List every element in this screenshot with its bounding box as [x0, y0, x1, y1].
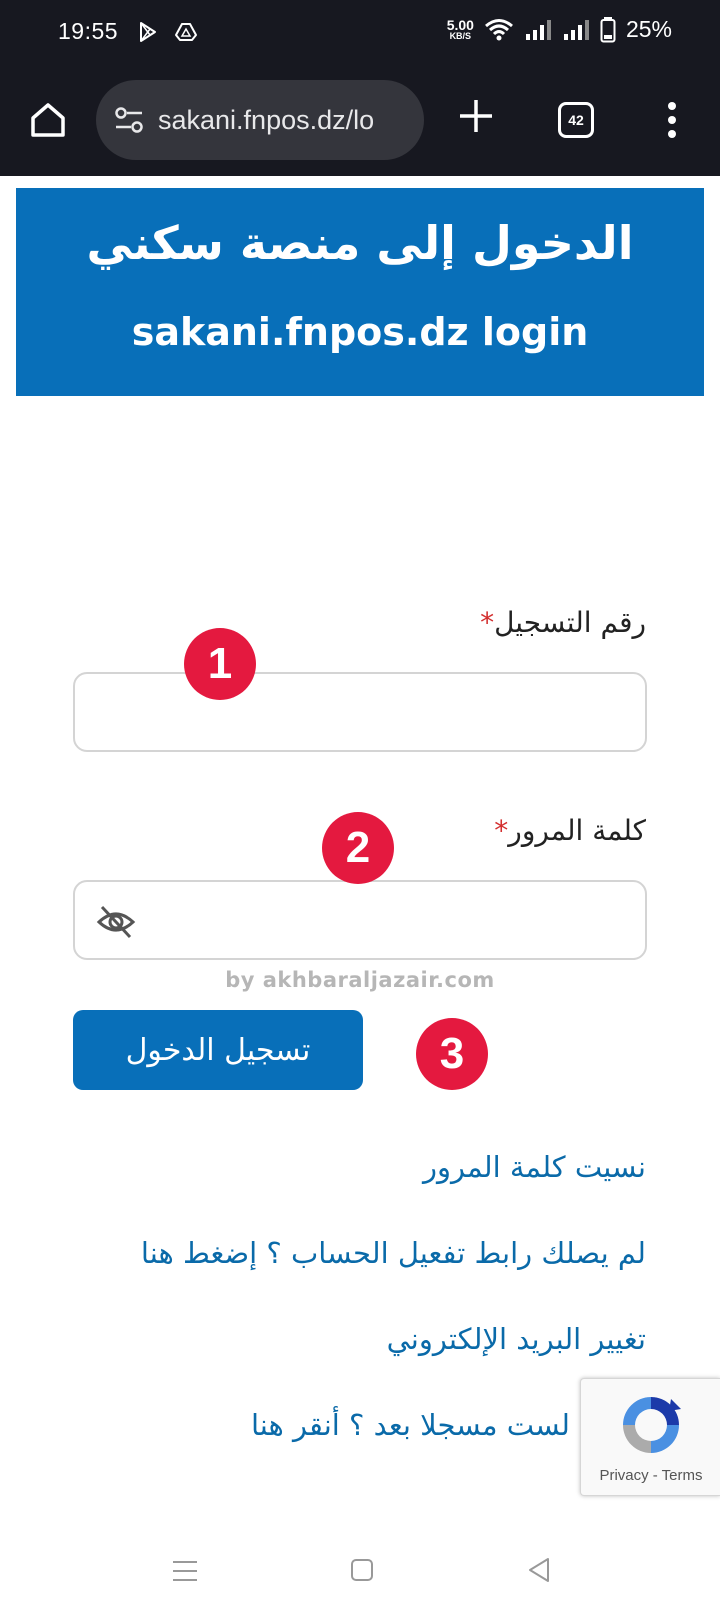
more-vert-icon[interactable]	[660, 100, 684, 140]
drive-icon	[175, 23, 197, 41]
password-label: كلمة المرور *	[494, 814, 646, 847]
forgot-password-link[interactable]: نسيت كلمة المرور	[423, 1150, 646, 1184]
nav-back-icon[interactable]	[526, 1556, 552, 1584]
battery-level: 25%	[625, 16, 672, 42]
password-input[interactable]	[73, 880, 647, 960]
nav-home-icon[interactable]	[350, 1558, 374, 1582]
banner-title-english: sakani.fnpos.dz login	[131, 310, 589, 354]
registration-number-input[interactable]	[73, 672, 647, 752]
step-badge-2: 2	[322, 812, 394, 884]
plus-icon[interactable]	[456, 96, 496, 136]
login-button[interactable]: تسجيل الدخول	[73, 1010, 363, 1090]
nav-menu-icon[interactable]	[172, 1558, 198, 1584]
recaptcha-icon	[623, 1397, 681, 1453]
recaptcha-privacy-terms[interactable]: Privacy - Terms	[581, 1467, 720, 1484]
url-text[interactable]: sakani.fnpos.dz/lo	[158, 105, 408, 136]
system-nav-bar	[0, 1540, 720, 1612]
tab-switcher-button[interactable]: 42	[558, 102, 594, 138]
tab-count: 42	[568, 112, 584, 128]
home-icon[interactable]	[28, 100, 68, 140]
step-badge-1: 1	[184, 628, 256, 700]
play-store-icon	[140, 22, 156, 42]
registration-label: رقم التسجيل *	[480, 606, 646, 639]
status-right-group: 5.00 KB/S 25%	[447, 16, 672, 43]
network-speed: 5.00 KB/S	[446, 17, 474, 41]
required-mark: *	[494, 814, 509, 847]
register-link[interactable]: لست مسجلا بعد ؟ أنقر هنا	[251, 1408, 570, 1442]
signal-icon-2	[563, 19, 589, 40]
eye-off-icon[interactable]	[96, 904, 136, 940]
required-mark: *	[480, 606, 495, 639]
step-badge-3: 3	[416, 1018, 488, 1090]
login-banner: الدخول إلى منصة سكني sakani.fnpos.dz log…	[16, 188, 704, 396]
signal-icon-1	[525, 19, 551, 40]
activation-link[interactable]: لم يصلك رابط تفعيل الحساب ؟ إضغط هنا	[141, 1236, 646, 1270]
wifi-icon	[484, 18, 513, 40]
address-bar[interactable]: sakani.fnpos.dz/lo	[96, 80, 424, 160]
banner-title-arabic: الدخول إلى منصة سكني	[86, 216, 634, 270]
status-time: 19:55	[58, 18, 119, 44]
recaptcha-badge[interactable]: Privacy - Terms	[580, 1378, 720, 1496]
watermark-text: by akhbaraljazair.com	[225, 968, 495, 992]
status-notification-icons	[136, 20, 198, 44]
browser-chrome: 19:55 5.00 KB/S 25% sakani.fnpos.dz/lo 4…	[0, 0, 720, 176]
tune-icon[interactable]	[112, 103, 146, 137]
change-email-link[interactable]: تغيير البريد الإلكتروني	[387, 1322, 646, 1356]
battery-icon	[600, 16, 616, 42]
